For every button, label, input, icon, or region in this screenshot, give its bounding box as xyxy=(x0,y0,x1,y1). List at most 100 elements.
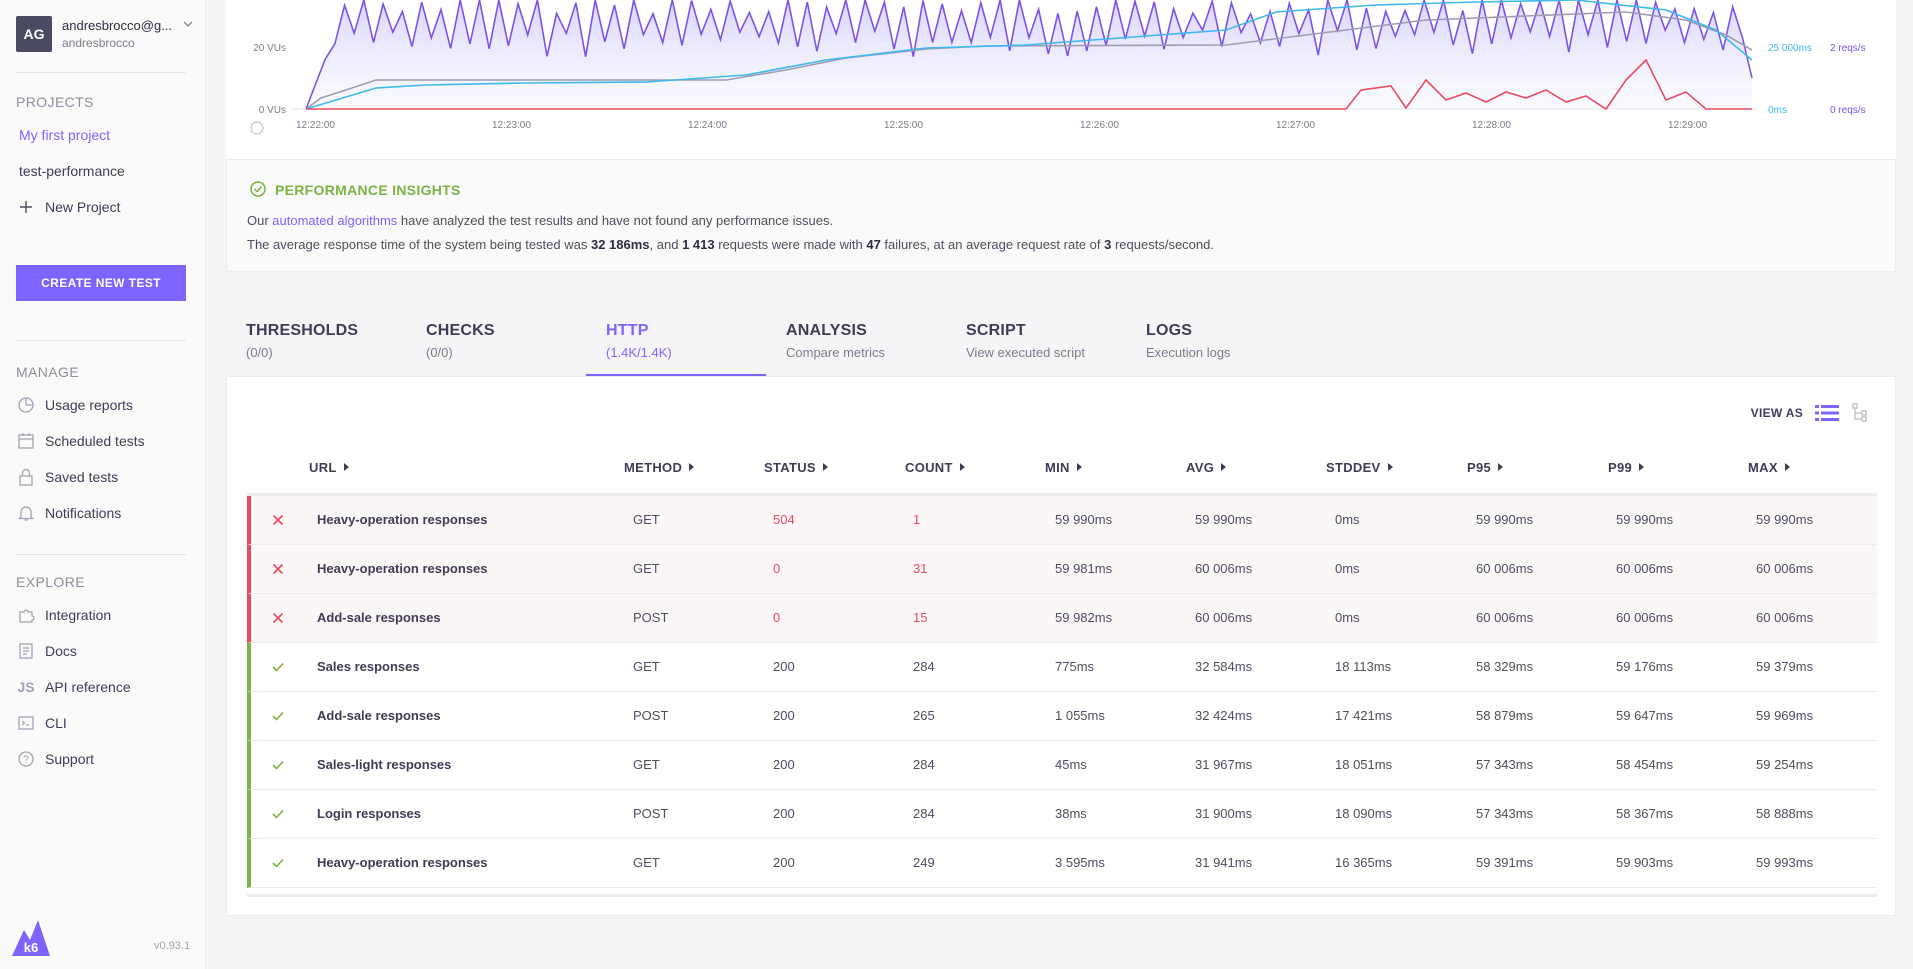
divider xyxy=(16,554,186,555)
sidebar-item-support[interactable]: ? Support xyxy=(16,747,192,771)
check-icon xyxy=(272,858,284,868)
cell-p99: 60 006ms xyxy=(1616,610,1674,625)
user-menu[interactable]: AG andresbrocco@g... andresbrocco xyxy=(16,14,194,54)
terminal-icon xyxy=(16,713,36,733)
sort-arrow-icon xyxy=(689,463,695,471)
col-label: AVG xyxy=(1186,460,1215,475)
project-test-performance[interactable]: test-performance xyxy=(19,163,125,179)
cell-min: 775ms xyxy=(1055,659,1095,674)
cell-max: 59 993ms xyxy=(1756,855,1814,870)
cell-status: 200 xyxy=(773,757,795,772)
col-status[interactable]: STATUS xyxy=(764,460,828,475)
table-row[interactable]: Add-sale responses POST 0 15 59 982ms 60 006m… xyxy=(247,594,1877,643)
avatar: AG xyxy=(16,16,52,52)
col-stddev[interactable]: STDDEV xyxy=(1326,460,1393,475)
col-min[interactable]: MIN xyxy=(1045,460,1082,475)
col-label: MIN xyxy=(1045,460,1070,475)
table-row[interactable]: Heavy-operation responses GET 0 31 59 981ms 6… xyxy=(247,545,1877,594)
list-view-icon[interactable] xyxy=(1815,404,1839,422)
http-table-card: VIEW AS URL METHOD STATUS COUNT MIN AVG … xyxy=(226,376,1896,916)
sort-arrow-icon xyxy=(1784,463,1790,471)
col-label: MAX xyxy=(1748,460,1778,475)
col-count[interactable]: COUNT xyxy=(905,460,965,475)
sidebar-item-label: CLI xyxy=(45,715,67,731)
sidebar-item-api-reference[interactable]: JS API reference xyxy=(16,675,192,699)
cell-max: 59 969ms xyxy=(1756,708,1814,723)
tree-view-icon[interactable] xyxy=(1851,403,1871,423)
project-my-first-project[interactable]: My first project xyxy=(19,127,110,143)
tab-title: THRESHOLDS xyxy=(246,322,359,339)
col-p99[interactable]: P99 xyxy=(1608,460,1645,475)
sort-arrow-icon xyxy=(343,463,349,471)
chevron-down-icon[interactable] xyxy=(182,18,194,30)
y2-tick-label: 0ms xyxy=(1768,105,1787,116)
sort-arrow-icon xyxy=(822,463,828,471)
cell-avg: 31 967ms xyxy=(1195,757,1253,772)
text: failures, at an average request rate of xyxy=(880,237,1105,252)
cell-p99: 59 647ms xyxy=(1616,708,1674,723)
performance-insights: PERFORMANCE INSIGHTS Our automated algor… xyxy=(226,160,1896,272)
sort-arrow-icon xyxy=(1221,463,1227,471)
sidebar-item-saved-tests[interactable]: Saved tests xyxy=(16,465,192,489)
sidebar-item-integration[interactable]: Integration xyxy=(16,603,192,627)
projects-title: PROJECTS xyxy=(16,94,94,110)
user-email: andresbrocco@g... xyxy=(62,18,173,33)
manage-title: MANAGE xyxy=(16,364,80,380)
text: have analyzed the test results and have … xyxy=(397,213,834,228)
failure-count: 47 xyxy=(866,237,881,252)
tab-analysis[interactable]: ANALYSIS Compare metrics xyxy=(766,318,946,376)
tab-logs[interactable]: LOGS Execution logs xyxy=(1126,318,1306,376)
usage-reports-icon xyxy=(16,395,36,415)
create-new-test-button[interactable]: CREATE NEW TEST xyxy=(16,265,186,301)
tab-thresholds[interactable]: THRESHOLDS (0/0) xyxy=(226,318,406,376)
col-max[interactable]: MAX xyxy=(1748,460,1790,475)
col-avg[interactable]: AVG xyxy=(1186,460,1227,475)
cell-max: 59 990ms xyxy=(1756,512,1814,527)
k6-logo[interactable]: k6 xyxy=(10,916,52,958)
y-tick-label: 0 VUs xyxy=(259,105,286,116)
table-row[interactable]: Sales-light responses GET 200 284 45ms 31 967… xyxy=(247,741,1877,790)
sidebar-item-scheduled-tests[interactable]: Scheduled tests xyxy=(16,429,192,453)
new-project-link[interactable]: New Project xyxy=(16,195,192,219)
x-tick-label: 12:26:00 xyxy=(1080,120,1119,131)
cell-p95: 57 343ms xyxy=(1476,757,1534,772)
cell-p99: 59 990ms xyxy=(1616,512,1674,527)
tab-http[interactable]: HTTP (1.4K/1.4K) xyxy=(586,318,766,376)
test-overview-chart: 20 VUs 0 VUs 12:22:00 12:23:00 12:24:00 12:25… xyxy=(226,0,1896,160)
col-label: URL xyxy=(309,460,337,475)
sidebar-item-cli[interactable]: CLI xyxy=(16,711,192,735)
table-row[interactable]: Heavy-operation responses GET 504 1 59 990ms… xyxy=(247,496,1877,545)
cell-min: 38ms xyxy=(1055,806,1087,821)
table-row[interactable]: Add-sale responses POST 200 265 1 055ms 32 42… xyxy=(247,692,1877,741)
text: , and xyxy=(649,237,683,252)
sidebar-item-docs[interactable]: Docs xyxy=(16,639,192,663)
tab-title: SCRIPT xyxy=(966,322,1026,339)
col-method[interactable]: METHOD xyxy=(624,460,695,475)
check-icon xyxy=(272,662,284,672)
sort-arrow-icon xyxy=(1639,463,1645,471)
docs-icon xyxy=(16,641,36,661)
cell-min: 59 990ms xyxy=(1055,512,1113,527)
tab-sub: Compare metrics xyxy=(786,345,885,360)
tab-sub: View executed script xyxy=(966,345,1085,360)
table-row[interactable]: Login responses POST 200 284 38ms 31 900ms 18 … xyxy=(247,790,1877,839)
cell-url: Heavy-operation responses xyxy=(317,512,488,527)
table-row[interactable]: Heavy-operation responses GET 200 249 3 595m… xyxy=(247,839,1877,888)
cell-url: Add-sale responses xyxy=(317,610,441,625)
sidebar-item-notifications[interactable]: Notifications xyxy=(16,501,192,525)
table-row[interactable]: Sales responses GET 200 284 775ms 32 584ms 18 … xyxy=(247,643,1877,692)
check-icon xyxy=(272,809,284,819)
cell-p95: 60 006ms xyxy=(1476,561,1534,576)
cell-count: 31 xyxy=(913,561,928,576)
col-url[interactable]: URL xyxy=(309,460,349,475)
tab-title: HTTP xyxy=(606,322,649,339)
automated-algorithms-link[interactable]: automated algorithms xyxy=(272,213,397,228)
tab-checks[interactable]: CHECKS (0/0) xyxy=(406,318,586,376)
check-icon xyxy=(272,760,284,770)
col-p95[interactable]: P95 xyxy=(1467,460,1504,475)
sidebar-item-usage-reports[interactable]: Usage reports xyxy=(16,393,192,417)
cell-count: 284 xyxy=(913,806,935,821)
tab-sub: Execution logs xyxy=(1146,345,1231,360)
tab-script[interactable]: SCRIPT View executed script xyxy=(946,318,1126,376)
cell-method: GET xyxy=(633,561,660,576)
